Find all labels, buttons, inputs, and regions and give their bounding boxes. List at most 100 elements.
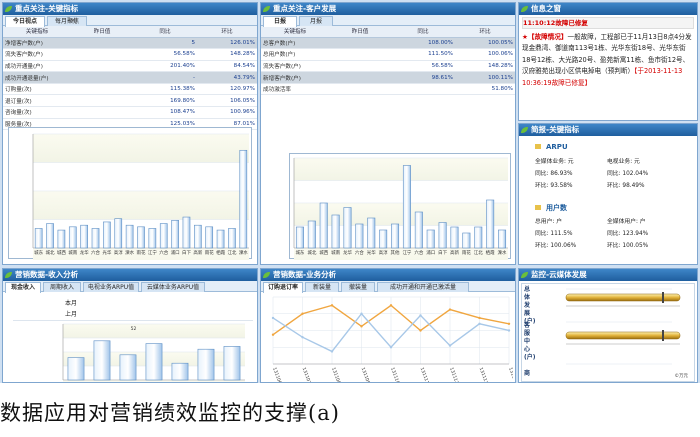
row-mom: 84.54% bbox=[197, 60, 257, 73]
x-tick-label: 浦口 bbox=[426, 249, 435, 256]
tab-cash-income[interactable]: 现金收入 bbox=[5, 282, 41, 293]
divider bbox=[13, 320, 253, 321]
bar bbox=[119, 354, 137, 381]
kpi-tabs: 今日视点 每月聚焦 ↖ bbox=[3, 15, 257, 27]
x-tick-label: 雨花 bbox=[137, 249, 146, 256]
data-point bbox=[360, 325, 363, 328]
bar bbox=[223, 346, 241, 381]
bar bbox=[486, 199, 495, 249]
tab-activation[interactable]: 成功开通和开通已激活量 bbox=[377, 282, 469, 292]
bar bbox=[34, 228, 43, 249]
row-prev bbox=[71, 60, 133, 73]
tab-monthly[interactable]: 每月聚焦 bbox=[47, 16, 87, 26]
row-yoy: 108.00% bbox=[391, 37, 455, 50]
folder-icon bbox=[535, 144, 541, 149]
brief-item: 同比: 111.5% bbox=[535, 228, 573, 237]
table-row: 成功激活率 51.80% bbox=[261, 83, 515, 96]
row-prev bbox=[329, 37, 391, 50]
brief-value: 86.93% bbox=[550, 171, 573, 177]
brief-value: 元 bbox=[633, 159, 640, 165]
brief-key: 同比: bbox=[607, 231, 623, 237]
row-mom: 100.11% bbox=[455, 71, 515, 84]
tab-tv-arpu[interactable]: 电视业务ARPU值 bbox=[83, 282, 139, 292]
tab-order-cancel-rate[interactable]: 订购退订率 bbox=[263, 282, 303, 293]
row-label: 新增客户数(户) bbox=[261, 71, 329, 84]
tab-uninstall[interactable]: 撤装量 bbox=[341, 282, 375, 292]
arpu-title: ARPU bbox=[546, 143, 568, 151]
tab-monthly-report[interactable]: 月报 bbox=[299, 16, 333, 26]
x-tick-label: 城南 bbox=[331, 249, 340, 256]
tab-today[interactable]: 今日视点 bbox=[5, 16, 45, 27]
leaf-icon bbox=[5, 6, 12, 12]
bar bbox=[239, 149, 248, 249]
brief-value: 户 bbox=[556, 219, 562, 225]
row-yoy: 5 bbox=[133, 37, 197, 50]
business-line-chart-svg: 131106 131107 131108 131109 131110 131111 1311… bbox=[271, 296, 513, 382]
bar bbox=[355, 223, 364, 249]
gauge-total bbox=[565, 288, 681, 307]
grid-band bbox=[63, 324, 245, 338]
x-tick-label: 131111 bbox=[419, 367, 431, 382]
bar bbox=[93, 340, 111, 381]
bar bbox=[171, 220, 179, 249]
data-point bbox=[448, 308, 452, 311]
bar bbox=[171, 362, 189, 381]
tab-period-income[interactable]: 周期收入 bbox=[43, 282, 81, 292]
bar bbox=[307, 220, 316, 249]
table-row: 咨询量(次) 108.47% 100.96% bbox=[3, 106, 257, 119]
bar bbox=[91, 228, 100, 249]
income-panel: 营销数据-收入分析 现金收入 周期收入 电视业务ARPU值 云媒体业务ARPU值… bbox=[2, 268, 258, 383]
bar bbox=[414, 211, 423, 249]
brief-key: 同比: bbox=[607, 171, 623, 177]
x-tick-label: 栖霞 bbox=[486, 249, 495, 256]
bar bbox=[450, 226, 459, 249]
col-mom: 环比 bbox=[455, 26, 515, 38]
kpi-bar-chart-svg: 城东 城北 城西 城南 龙华 六合 光华 高淳 溧水 雨花 江宁 六合 浦口 白下 高新 雨花 栖霞 江北 溧水 bbox=[32, 133, 249, 264]
col-mom: 环比 bbox=[197, 26, 257, 38]
data-point bbox=[389, 346, 393, 349]
col-prev: 昨日值 bbox=[71, 26, 133, 38]
kpi-panel-header: 重点关注-关键指标 bbox=[3, 3, 257, 15]
table-row: 流失客户数(户) 56.58% 148.28% bbox=[261, 60, 515, 73]
bar bbox=[438, 222, 447, 249]
x-tick-label: 雨花 bbox=[205, 249, 214, 256]
income-panel-header: 营销数据-收入分析 bbox=[3, 269, 257, 281]
data-point bbox=[478, 322, 481, 325]
business-panel: 营销数据-业务分析 订购退订率 新装量 撤装量 成功开通和开通已激活量 1311… bbox=[260, 268, 516, 383]
cloud-panel-header: 监控-云媒体发展 bbox=[519, 269, 697, 281]
bar bbox=[67, 357, 85, 381]
bar bbox=[426, 229, 435, 249]
tab-daily[interactable]: 日报 bbox=[263, 16, 297, 27]
row-prev bbox=[329, 71, 391, 84]
bar bbox=[182, 216, 191, 249]
x-tick-label: 高淳 bbox=[379, 249, 388, 256]
x-tick-label: 城南 bbox=[68, 249, 77, 256]
data-point bbox=[360, 312, 363, 315]
info-panel: 信息之窗 11:10:12故障已修复 ★【故障情况】一般故障，工程部已于11月1… bbox=[518, 2, 698, 121]
bar bbox=[402, 165, 411, 249]
tab-cloud-arpu[interactable]: 云媒体业务ARPU值 bbox=[141, 282, 205, 292]
brief-key: 环比: bbox=[607, 183, 623, 189]
x-tick-label: 江北 bbox=[474, 249, 483, 256]
row-mom: 43.79% bbox=[197, 71, 257, 84]
x-tick-label: 城东 bbox=[34, 249, 43, 256]
info-notice: ★【故障情况】一般故障，工程部已于11月13日8点4分发现金鼎湾、御道南113号… bbox=[522, 32, 694, 89]
bar bbox=[114, 218, 123, 249]
info-panel-header: 信息之窗 bbox=[519, 3, 697, 15]
bar bbox=[148, 228, 157, 249]
income-bar-chart-svg: 52 bbox=[62, 323, 245, 382]
bar bbox=[474, 226, 483, 249]
bar bbox=[159, 223, 168, 249]
users-title: 用户数 bbox=[546, 204, 567, 212]
x-tick-label: 龙华 bbox=[343, 249, 352, 256]
customer-bar-chart: 城东 城北 城西 城南 龙华 六合 光华 高淳 其他 江宁 六合 浦口 白下 高新 雨花 江北 栖霞 溧水 bbox=[289, 153, 511, 264]
tab-new-install[interactable]: 新装量 bbox=[305, 282, 339, 292]
bar bbox=[367, 217, 376, 249]
x-tick-label: 城西 bbox=[57, 249, 66, 256]
bar bbox=[498, 229, 507, 249]
row-yoy: 115.38% bbox=[133, 83, 197, 96]
x-tick-label: 栖霞 bbox=[216, 249, 225, 256]
kpi-panel-title: 重点关注-关键指标 bbox=[15, 4, 79, 13]
row-mom: 120.97% bbox=[197, 83, 257, 96]
x-tick-label: 高新 bbox=[450, 249, 459, 256]
